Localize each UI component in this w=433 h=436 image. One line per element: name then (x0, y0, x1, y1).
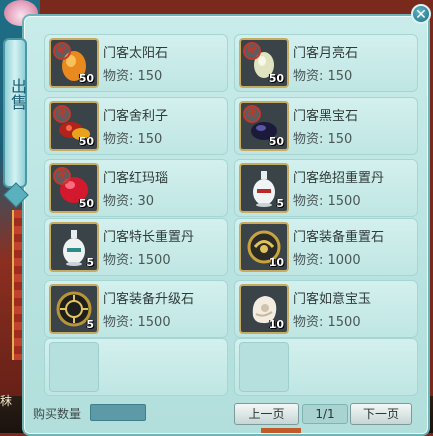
next-page-button[interactable]: 下一页 (350, 403, 412, 425)
quantity-input[interactable] (90, 404, 146, 421)
item-name: 门客如意宝玉 (293, 292, 372, 307)
item-name: 门客黑宝石 (293, 109, 359, 124)
item-name: 门客太阳石 (103, 46, 169, 61)
prev-page-button[interactable]: 上一页 (234, 403, 299, 425)
item-quantity: 50 (268, 135, 284, 148)
item-price: 物资: 1500 (103, 315, 171, 330)
seal-icon: 秘 (53, 105, 71, 123)
background-text: 秣 (0, 394, 13, 408)
item-price: 物资: 1500 (293, 315, 361, 330)
seal-icon: 秘 (53, 42, 71, 60)
item-price: 物资: 1500 (103, 253, 171, 268)
close-button[interactable]: ✕ (411, 4, 431, 24)
item-price: 物资: 150 (293, 69, 353, 84)
item-price: 物资: 150 (293, 132, 353, 147)
tab-sell-label: 出售 (8, 78, 27, 110)
tab-sell[interactable]: 出售 (3, 38, 27, 188)
confirm-button-edge[interactable] (261, 428, 301, 433)
quantity-label: 购买数量 (33, 407, 82, 421)
item-price: 物资: 30 (103, 194, 155, 209)
item-quantity: 10 (268, 256, 284, 269)
item-name: 门客特长重置丹 (103, 230, 195, 245)
empty-item-card (234, 338, 418, 396)
item-slot[interactable]: 5 (49, 284, 99, 334)
item-price: 物资: 150 (103, 132, 163, 147)
item-quantity: 10 (268, 318, 284, 331)
shop-item-card[interactable]: 5 门客装备升级石 物资: 1500 (44, 280, 228, 338)
empty-slot (49, 342, 99, 392)
shop-item-card[interactable]: 秘 50 门客月亮石 物资: 150 (234, 34, 418, 92)
item-slot[interactable]: 10 (239, 284, 289, 334)
shop-item-card[interactable]: 秘 50 门客太阳石 物资: 150 (44, 34, 228, 92)
item-slot[interactable]: 5 (239, 163, 289, 213)
item-quantity: 5 (86, 256, 94, 269)
shop-item-card[interactable]: 5 门客特长重置丹 物资: 1500 (44, 218, 228, 276)
item-slot[interactable]: 秘 50 (49, 163, 99, 213)
item-name: 门客舍利子 (103, 109, 169, 124)
page-indicator: 1/1 (302, 404, 348, 424)
item-quantity: 50 (78, 72, 94, 85)
shop-item-card[interactable]: 10 门客装备重置石 物资: 1000 (234, 218, 418, 276)
shop-item-card[interactable]: 10 门客如意宝玉 物资: 1500 (234, 280, 418, 338)
item-price: 物资: 1500 (293, 194, 361, 209)
empty-item-card (44, 338, 228, 396)
seal-icon: 秘 (243, 42, 261, 60)
seal-icon: 秘 (53, 167, 71, 185)
seal-icon: 秘 (243, 105, 261, 123)
shop-item-card[interactable]: 5 门客绝招重置丹 物资: 1500 (234, 159, 418, 217)
item-slot[interactable]: 秘 50 (239, 38, 289, 88)
shop-item-card[interactable]: 秘 50 门客舍利子 物资: 150 (44, 97, 228, 155)
shop-item-card[interactable]: 秘 50 门客黑宝石 物资: 150 (234, 97, 418, 155)
item-slot[interactable]: 5 (49, 222, 99, 272)
empty-slot (239, 342, 289, 392)
item-quantity: 50 (78, 135, 94, 148)
item-name: 门客装备重置石 (293, 230, 385, 245)
shop-item-card[interactable]: 秘 50 门客红玛瑙 物资: 30 (44, 159, 228, 217)
item-slot[interactable]: 秘 50 (239, 101, 289, 151)
item-slot[interactable]: 10 (239, 222, 289, 272)
item-slot[interactable]: 秘 50 (49, 38, 99, 88)
item-name: 门客月亮石 (293, 46, 359, 61)
item-quantity: 50 (78, 197, 94, 210)
item-quantity: 50 (268, 72, 284, 85)
item-quantity: 5 (86, 318, 94, 331)
item-quantity: 5 (276, 197, 284, 210)
item-price: 物资: 150 (103, 69, 163, 84)
item-name: 门客绝招重置丹 (293, 171, 385, 186)
item-price: 物资: 1000 (293, 253, 361, 268)
item-name: 门客装备升级石 (103, 292, 195, 307)
item-slot[interactable]: 秘 50 (49, 101, 99, 151)
item-name: 门客红玛瑙 (103, 171, 169, 186)
